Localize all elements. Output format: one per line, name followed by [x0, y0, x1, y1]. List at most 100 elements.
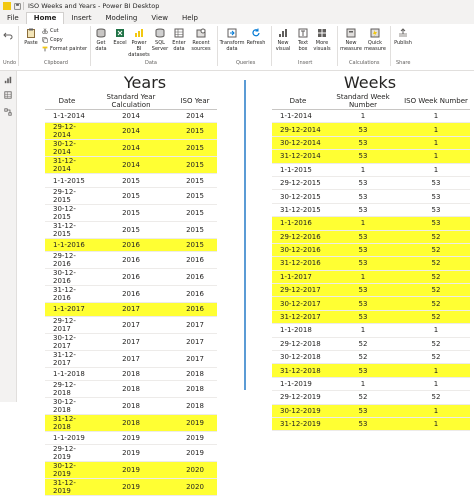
table-row: 1-1-2015 2015 2015 — [45, 173, 217, 188]
iso-value-cell: 52 — [402, 337, 470, 352]
table-row: 1-1-2017 1 52 — [272, 270, 470, 285]
date-cell: 29-12-2018 — [272, 337, 324, 352]
date-cell: 30-12-2019 — [45, 461, 89, 480]
copy-button[interactable]: Copy — [42, 37, 63, 43]
standard-value-cell: 1 — [324, 163, 402, 177]
powerbi-datasets-button[interactable]: Power BI datasets — [128, 28, 150, 58]
tab-insert[interactable]: Insert — [64, 13, 98, 24]
iso-value-cell: 1 — [402, 323, 470, 338]
date-cell: 1-1-2015 — [272, 163, 324, 177]
cut-label: Cut — [50, 28, 59, 34]
iso-value-cell: 2020 — [173, 461, 217, 480]
tab-view[interactable]: View — [144, 13, 175, 24]
text-box-label: Text box — [297, 40, 309, 52]
iso-value-cell: 1 — [402, 363, 470, 378]
tab-help[interactable]: Help — [175, 13, 205, 24]
iso-value-cell: 2016 — [173, 251, 217, 270]
undo-button[interactable] — [3, 30, 13, 42]
refresh-button[interactable]: Refresh — [247, 28, 265, 46]
date-cell: 1-1-2019 — [45, 431, 89, 446]
table-row: 29-12-2014 53 1 — [272, 122, 470, 137]
group-label-queries: Queries — [236, 60, 256, 66]
tab-home[interactable]: Home — [25, 12, 65, 24]
table-row: 31-12-2017 2017 2017 — [45, 350, 217, 368]
cut-button[interactable]: Cut — [42, 28, 59, 34]
iso-value-cell: 52 — [402, 350, 470, 365]
column-header-standard-year[interactable]: Standard Year Calculation — [89, 93, 173, 110]
date-cell: 30-12-2019 — [272, 404, 324, 418]
column-header-date[interactable]: Date — [45, 93, 89, 110]
table-row: 29-12-2018 52 52 — [272, 337, 470, 352]
paste-icon — [27, 28, 35, 38]
new-measure-icon — [346, 28, 356, 38]
iso-value-cell: 2017 — [173, 333, 217, 351]
save-icon[interactable] — [14, 2, 21, 10]
paste-button[interactable]: Paste — [22, 28, 40, 46]
standard-value-cell: 2017 — [89, 316, 173, 334]
new-visual-button[interactable]: New visual — [274, 28, 292, 52]
data-view-icon[interactable] — [4, 91, 12, 99]
iso-value-cell: 2015 — [173, 187, 217, 205]
table-row: 31-12-2017 53 52 — [272, 310, 470, 325]
iso-value-cell: 2015 — [173, 221, 217, 239]
column-header-standard-week[interactable]: Standard Week Number — [324, 93, 402, 110]
standard-value-cell: 1 — [324, 109, 402, 124]
get-data-button[interactable]: Get data — [93, 28, 109, 52]
group-label-data: Data — [145, 60, 157, 66]
date-cell: 29-12-2019 — [45, 444, 89, 463]
excel-button[interactable]: Excel — [112, 28, 128, 46]
report-view-icon[interactable] — [4, 76, 12, 84]
format-painter-label: Format painter — [50, 46, 88, 52]
table-row: 29-12-2019 52 52 — [272, 390, 470, 405]
standard-value-cell: 2016 — [89, 268, 173, 287]
column-header-iso-year[interactable]: ISO Year — [173, 93, 217, 110]
publish-button[interactable]: Publish — [393, 28, 413, 46]
sql-server-button[interactable]: SQL Server — [152, 28, 168, 52]
column-header-iso-week[interactable]: ISO Week Number — [402, 93, 470, 110]
quick-measure-button[interactable]: Quick measure — [364, 28, 386, 52]
date-cell: 30-12-2017 — [45, 333, 89, 351]
new-measure-button[interactable]: New measure — [340, 28, 362, 52]
get-data-label: Get data — [95, 40, 107, 52]
tab-modeling[interactable]: Modeling — [99, 13, 145, 24]
table-row: 31-12-2018 2018 2019 — [45, 414, 217, 432]
standard-value-cell: 53 — [324, 122, 402, 137]
format-painter-button[interactable]: Format painter — [42, 46, 87, 52]
group-label-clipboard: Clipboard — [44, 60, 68, 66]
recent-sources-button[interactable]: Recent sources — [190, 28, 212, 52]
table-row: 1-1-2018 2018 2018 — [45, 367, 217, 381]
transform-data-button[interactable]: Transform data — [220, 28, 244, 52]
iso-value-cell: 2018 — [173, 397, 217, 415]
more-visuals-button[interactable]: More visuals — [313, 28, 331, 52]
column-header-date[interactable]: Date — [272, 93, 324, 110]
iso-value-cell: 2015 — [173, 156, 217, 175]
text-box-button[interactable]: Text box — [295, 28, 311, 52]
group-label-share: Share — [396, 60, 411, 66]
iso-value-cell: 1 — [402, 377, 470, 392]
iso-value-cell: 52 — [402, 310, 470, 325]
table-row: 29-12-2016 2016 2016 — [45, 251, 217, 270]
table-row: 29-12-2019 2019 2019 — [45, 444, 217, 463]
standard-value-cell: 53 — [324, 256, 402, 271]
date-cell: 1-1-2016 — [45, 238, 89, 253]
date-cell: 29-12-2016 — [272, 230, 324, 244]
standard-value-cell: 2019 — [89, 478, 173, 496]
standard-value-cell: 1 — [324, 323, 402, 338]
table-row: 29-12-2016 53 52 — [272, 230, 470, 244]
iso-value-cell: 2016 — [173, 285, 217, 304]
enter-data-button[interactable]: Enter data — [171, 28, 187, 52]
table-row: 31-12-2019 2019 2020 — [45, 478, 217, 496]
table-row: 1-1-2019 2019 2019 — [45, 431, 217, 446]
date-cell: 31-12-2018 — [45, 414, 89, 432]
tab-file[interactable]: File — [0, 13, 26, 24]
iso-value-cell: 2016 — [173, 268, 217, 287]
standard-value-cell: 2018 — [89, 397, 173, 415]
iso-value-cell: 1 — [402, 122, 470, 137]
model-view-icon[interactable] — [4, 108, 12, 116]
table-row: 1-1-2016 1 53 — [272, 216, 470, 231]
new-visual-icon — [279, 29, 287, 37]
standard-value-cell: 2017 — [89, 333, 173, 351]
table-row: 30-12-2018 52 52 — [272, 350, 470, 365]
date-cell: 31-12-2019 — [272, 417, 324, 432]
iso-value-cell: 2019 — [173, 414, 217, 432]
